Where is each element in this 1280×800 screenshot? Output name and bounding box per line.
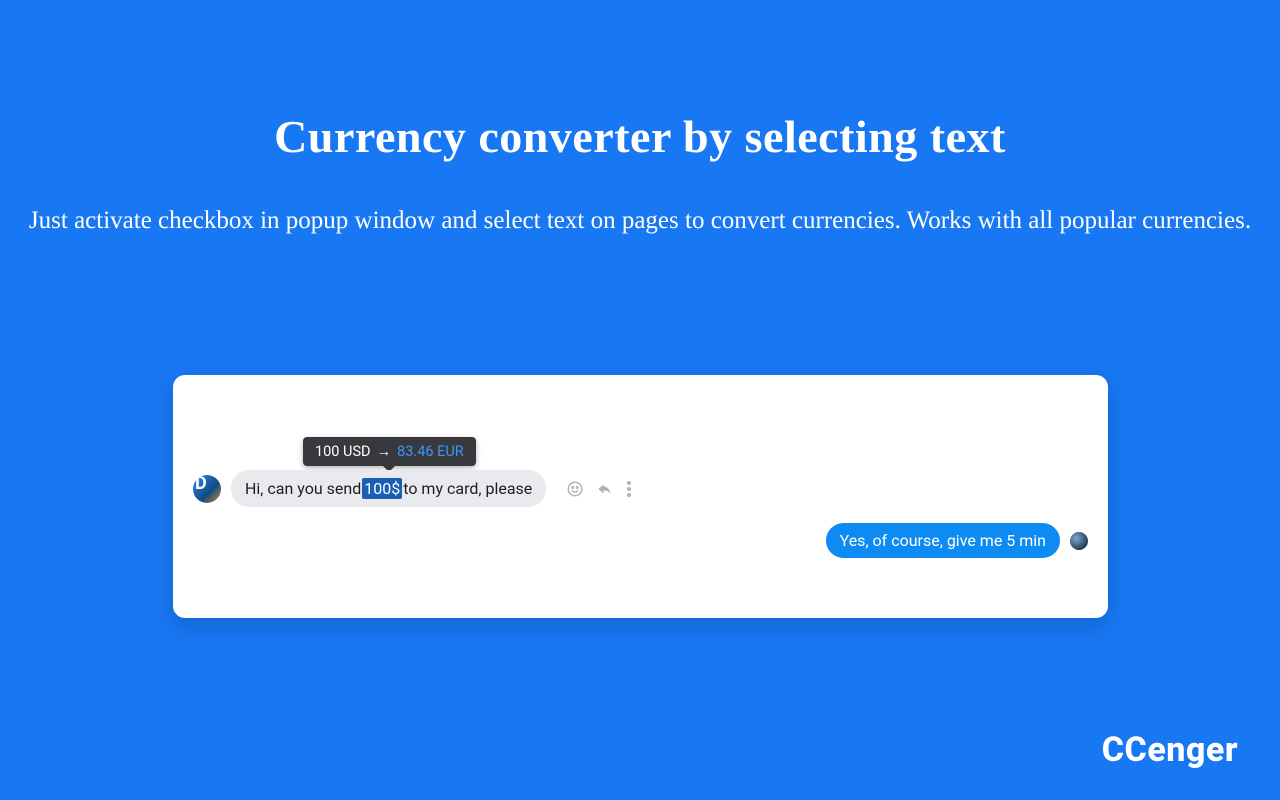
tooltip-arrow: → [377, 443, 392, 460]
tooltip-source-amount: 100 USD [315, 443, 371, 460]
reply-icon[interactable] [596, 480, 614, 498]
hero-header: Currency converter by selecting text Jus… [0, 0, 1280, 239]
outgoing-message-row: Yes, of course, give me 5 min [826, 523, 1088, 558]
message-actions [566, 480, 632, 498]
tooltip-converted-amount: 83.46 EUR [397, 443, 464, 460]
selected-text[interactable]: 100$ [362, 478, 402, 499]
page-subtitle: Just activate checkbox in popup window a… [0, 203, 1280, 239]
brand-logo: CCenger [1102, 730, 1238, 770]
sender-avatar[interactable]: D [193, 475, 221, 503]
page-title: Currency converter by selecting text [0, 110, 1280, 163]
chat-preview-card: 100 USD → 83.46 EUR D Hi, can you send 1… [173, 375, 1108, 618]
my-avatar[interactable] [1070, 532, 1088, 550]
react-icon[interactable] [566, 480, 584, 498]
incoming-message-row: D Hi, can you send 100$ to my card, plea… [193, 470, 632, 507]
more-options-icon[interactable] [626, 480, 632, 498]
message-text-before: Hi, can you send [245, 479, 361, 498]
message-text-after: to my card, please [403, 479, 532, 498]
avatar-initial: D [195, 475, 207, 494]
incoming-message-bubble[interactable]: Hi, can you send 100$ to my card, please [231, 470, 546, 507]
outgoing-message-bubble[interactable]: Yes, of course, give me 5 min [826, 523, 1060, 558]
conversion-tooltip: 100 USD → 83.46 EUR [303, 437, 476, 466]
